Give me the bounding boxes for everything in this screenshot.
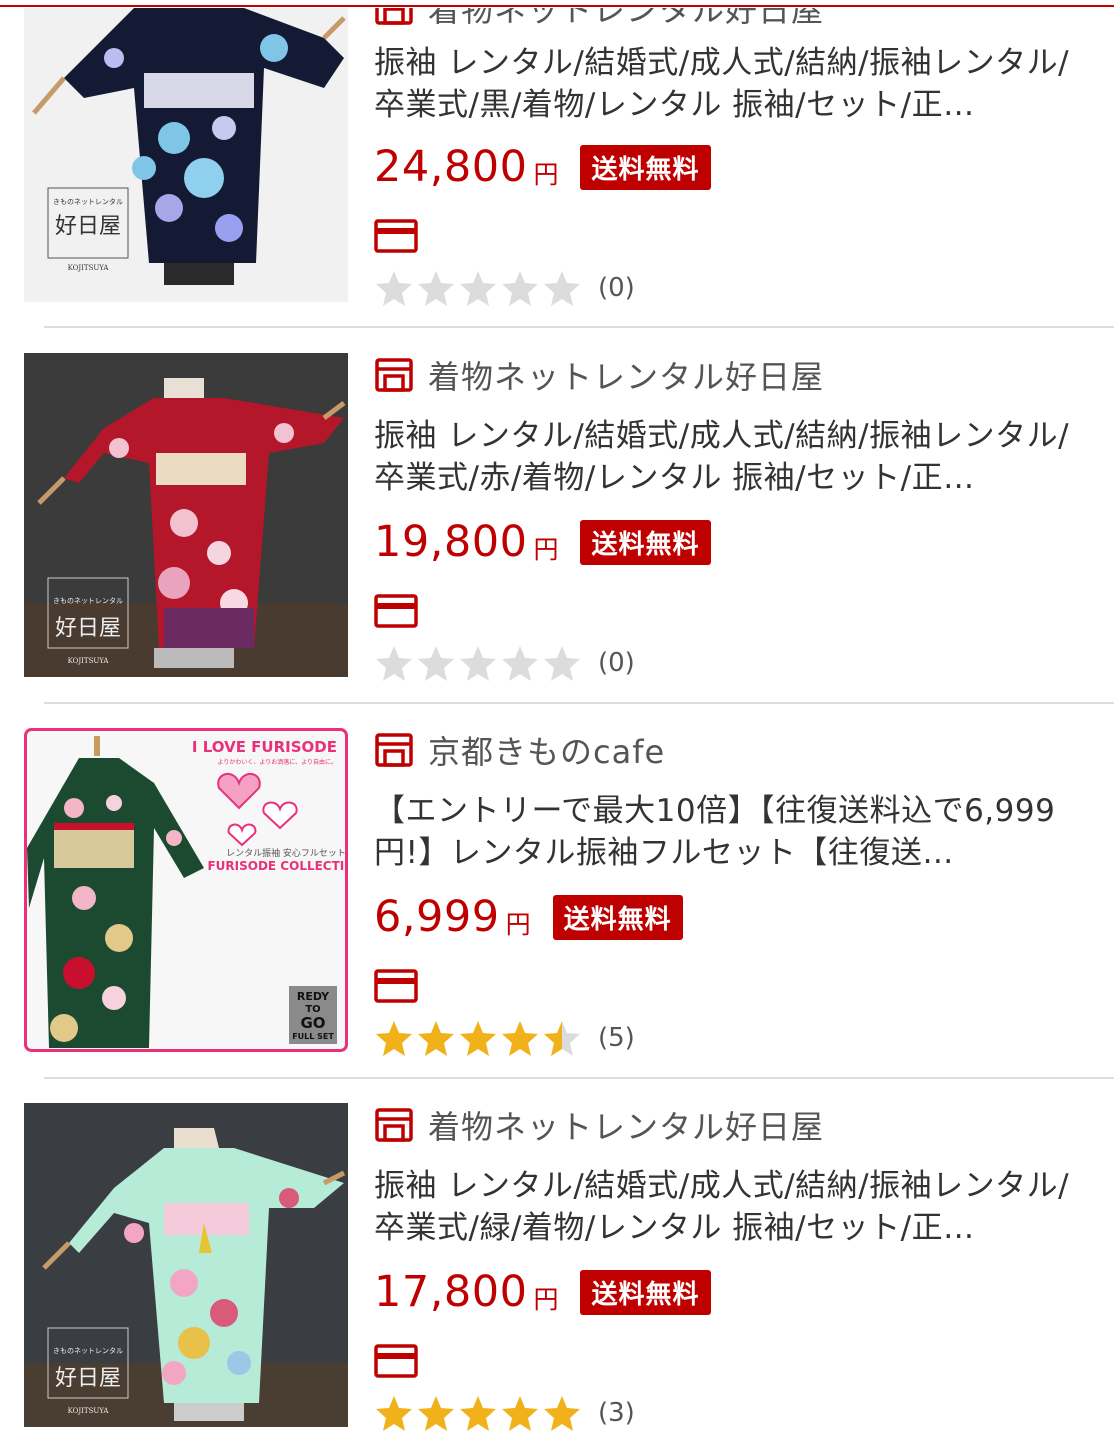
currency-yen: 円 (505, 910, 531, 939)
star-empty-icon (544, 271, 580, 306)
star-empty-icon (502, 646, 538, 681)
star-empty-icon (502, 271, 538, 306)
thumb-brand: 好日屋 (55, 616, 121, 641)
list-item[interactable]: I LOVE FURISODE よりかわいく、よりお洒落に、より自由に。 レンタ… (0, 696, 1114, 1056)
star-rating (374, 1019, 584, 1057)
star-full-icon (418, 1396, 454, 1431)
shop-icon (375, 1108, 413, 1142)
currency-yen: 円 (533, 535, 559, 564)
credit-card-icon (374, 969, 418, 1003)
star-rating (374, 644, 584, 682)
star-rating (374, 269, 584, 307)
shop-icon (375, 358, 413, 392)
list-item[interactable]: きものネットレンタル 好日屋 KOJITSUYA 着物ネットレンタル好日屋 振袖… (0, 321, 1114, 681)
star-full-icon (460, 1396, 496, 1431)
star-rating (374, 1394, 584, 1432)
thumb-caption-jp: レンタル振袖 安心フルセット (226, 847, 346, 859)
thumb-brand-en: KOJITSUYA (68, 264, 110, 272)
star-empty-icon (376, 271, 412, 306)
price: 19,800 (374, 517, 528, 567)
thumb-ready-1: REDY (297, 990, 330, 1003)
free-shipping-badge: 送料無料 (552, 894, 683, 940)
product-title[interactable]: 【エントリーで最大10倍】【往復送料込で6,999円!】レンタル振袖フルセット【… (374, 790, 1074, 878)
price-row: 6,999 円 送料無料 (374, 890, 683, 944)
product-thumbnail[interactable]: きものネットレンタル 好日屋 KOJITSUYA (24, 1103, 348, 1427)
thumb-sub: よりかわいく、よりお洒落に、より自由に。 (218, 758, 337, 766)
rating-row: (0) (374, 643, 635, 683)
price: 17,800 (374, 1267, 528, 1317)
shop-name-label: 京都きものcafe (428, 733, 666, 771)
free-shipping-badge: 送料無料 (580, 519, 711, 565)
star-full-icon (376, 1396, 412, 1431)
star-full-icon (544, 1396, 580, 1431)
product-title[interactable]: 振袖 レンタル/結婚式/成人式/結納/振袖レンタル/卒業式/赤/着物/レンタル … (374, 415, 1074, 503)
thumb-brand: 好日屋 (55, 214, 121, 239)
star-empty-icon (376, 646, 412, 681)
star-full-icon (502, 1021, 538, 1056)
thumb-heading: I LOVE FURISODE (192, 738, 337, 756)
price-row: 19,800 円 送料無料 (374, 515, 711, 569)
star-half-icon (544, 1021, 580, 1056)
review-count[interactable]: (3) (598, 1398, 635, 1428)
review-count[interactable]: (5) (598, 1023, 635, 1053)
review-count[interactable]: (0) (598, 273, 635, 303)
credit-card-icon (374, 1344, 418, 1378)
star-full-icon (376, 1021, 412, 1056)
thumb-ready-3: GO (300, 1014, 325, 1032)
star-full-icon (418, 1021, 454, 1056)
shop-name[interactable]: 京都きものcafe (374, 728, 665, 772)
product-thumbnail[interactable]: I LOVE FURISODE よりかわいく、よりお洒落に、より自由に。 レンタ… (24, 728, 348, 1052)
list-item[interactable]: きものネットレンタル 好日屋 KOJITSUYA 着物ネットレンタル好日屋 振袖… (0, 0, 1114, 306)
list-item[interactable]: きものネットレンタル 好日屋 KOJITSUYA 着物ネットレンタル好日屋 振袖… (0, 1071, 1114, 1431)
free-shipping-badge: 送料無料 (580, 1269, 711, 1315)
price-row: 17,800 円 送料無料 (374, 1265, 711, 1319)
thumb-ready-4: FULL SET (292, 1032, 334, 1041)
product-title[interactable]: 振袖 レンタル/結婚式/成人式/結納/振袖レンタル/卒業式/緑/着物/レンタル … (374, 1165, 1074, 1253)
credit-card-icon (374, 594, 418, 628)
thumb-brand-small: きものネットレンタル (53, 596, 123, 605)
star-empty-icon (418, 646, 454, 681)
star-empty-icon (460, 271, 496, 306)
product-thumbnail[interactable]: きものネットレンタル 好日屋 KOJITSUYA (24, 353, 348, 677)
thumb-brand: 好日屋 (55, 1366, 121, 1391)
shop-icon (375, 733, 413, 767)
star-full-icon (502, 1396, 538, 1431)
star-full-icon (460, 1021, 496, 1056)
shop-name[interactable]: 着物ネットレンタル好日屋 (374, 1103, 824, 1147)
thumb-brand-en: KOJITSUYA (68, 657, 110, 665)
free-shipping-badge: 送料無料 (580, 144, 711, 190)
rating-row: (5) (374, 1018, 635, 1058)
thumb-caption-en: FURISODE COLLECTION (207, 859, 348, 873)
thumb-brand-small: きものネットレンタル (53, 197, 123, 206)
shop-name-label: 着物ネットレンタル好日屋 (428, 358, 825, 396)
shop-name[interactable]: 着物ネットレンタル好日屋 (374, 353, 824, 397)
star-empty-icon (544, 646, 580, 681)
top-header-edge (0, 0, 1114, 8)
product-thumbnail[interactable]: きものネットレンタル 好日屋 KOJITSUYA (24, 0, 348, 302)
thumb-brand-small: きものネットレンタル (53, 1346, 123, 1355)
shop-name-label: 着物ネットレンタル好日屋 (428, 1108, 825, 1146)
price: 6,999 (374, 892, 500, 942)
price-row: 24,800 円 送料無料 (374, 140, 711, 194)
price: 24,800 (374, 142, 528, 192)
product-title[interactable]: 振袖 レンタル/結婚式/成人式/結納/振袖レンタル/卒業式/黒/着物/レンタル … (374, 42, 1074, 130)
rating-row: (3) (374, 1393, 635, 1433)
currency-yen: 円 (533, 1285, 559, 1314)
star-empty-icon (418, 271, 454, 306)
rating-row: (0) (374, 268, 635, 308)
star-empty-icon (460, 646, 496, 681)
credit-card-icon (374, 219, 418, 253)
review-count[interactable]: (0) (598, 648, 635, 678)
currency-yen: 円 (533, 160, 559, 189)
thumb-brand-en: KOJITSUYA (68, 1407, 110, 1415)
